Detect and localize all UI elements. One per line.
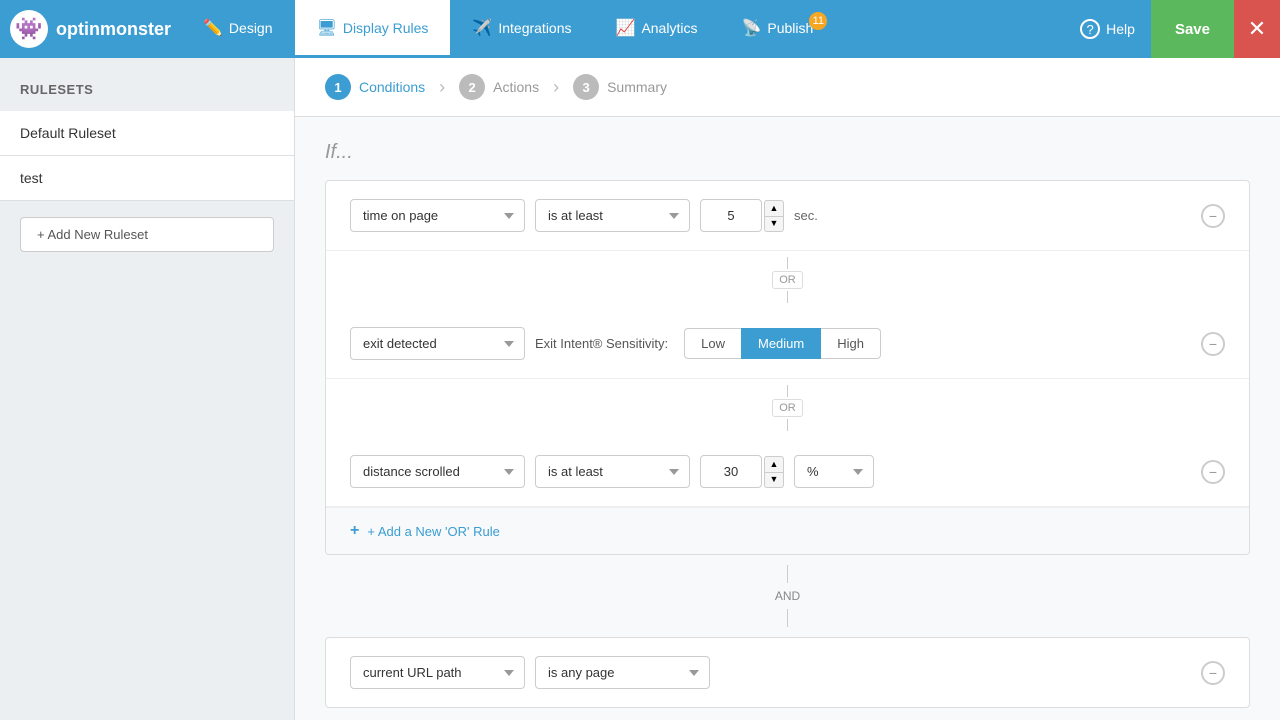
if-block: If... time on page exit detected distanc… [295, 117, 1280, 720]
tab-integrations[interactable]: ✈️ Integrations [450, 0, 593, 58]
condition-select-1[interactable]: time on page exit detected distance scro… [350, 199, 525, 232]
and-separator: AND [355, 555, 1220, 637]
design-icon: ✏️ [203, 18, 223, 38]
sidebar-item-test[interactable]: test [0, 156, 294, 201]
rule-group-2: current URL path time on page exit detec… [325, 637, 1250, 708]
condition-select-4[interactable]: current URL path time on page exit detec… [350, 656, 525, 689]
condition-select-3[interactable]: distance scrolled time on page exit dete… [350, 455, 525, 488]
rule-row-3: distance scrolled time on page exit dete… [326, 437, 1249, 507]
integrations-icon: ✈️ [472, 18, 492, 38]
logo-text: optinmonster [56, 19, 171, 40]
or-line-top-1 [787, 257, 788, 269]
step-3-circle: 3 [573, 74, 599, 100]
plus-icon: + [350, 522, 359, 540]
save-button[interactable]: Save [1151, 0, 1234, 58]
spinner-3: ▲ ▼ [764, 456, 784, 488]
analytics-icon: 📈 [616, 18, 636, 38]
step-summary[interactable]: 3 Summary [573, 74, 667, 100]
step-2-label: Actions [493, 79, 539, 95]
main-content: 1 Conditions › 2 Actions › 3 Summary If.… [295, 58, 1280, 720]
spinner-down-3[interactable]: ▼ [764, 472, 784, 488]
or-line-bottom-2 [787, 419, 788, 431]
remove-rule-2[interactable]: − [1201, 332, 1225, 356]
and-label: AND [765, 586, 810, 606]
tab-display-rules[interactable]: 🖥 Display Rules [295, 0, 451, 58]
remove-rule-4[interactable]: − [1201, 661, 1225, 685]
sidebar-item-default-ruleset[interactable]: Default Ruleset [0, 111, 294, 156]
step-1-circle: 1 [325, 74, 351, 100]
tab-analytics[interactable]: 📈 Analytics [594, 0, 720, 58]
sidebar: Rulesets Default Ruleset test + Add New … [0, 58, 295, 720]
or-line-top-2 [787, 385, 788, 397]
sidebar-header: Rulesets [0, 68, 294, 111]
close-button[interactable]: ✕ [1234, 0, 1280, 58]
or-separator-2: OR [326, 379, 1249, 437]
tab-publish[interactable]: 📡 Publish 11 [719, 0, 835, 58]
nav-tabs: ✏️ Design 🖥 Display Rules ✈️ Integration… [181, 0, 1064, 58]
and-line-bottom [787, 609, 788, 627]
logo: 👾 optinmonster [10, 10, 171, 48]
step-2-circle: 2 [459, 74, 485, 100]
rule-row-4: current URL path time on page exit detec… [326, 638, 1249, 707]
help-icon: ? [1080, 19, 1100, 39]
display-rules-icon: 🖥 [317, 18, 337, 38]
steps-bar: 1 Conditions › 2 Actions › 3 Summary [295, 58, 1280, 117]
rule-row-1: time on page exit detected distance scro… [326, 181, 1249, 251]
rule-group-1: time on page exit detected distance scro… [325, 180, 1250, 555]
page-layout: Rulesets Default Ruleset test + Add New … [0, 58, 1280, 720]
rule-row-2: exit detected time on page distance scro… [326, 309, 1249, 379]
tab-design[interactable]: ✏️ Design [181, 0, 295, 58]
value-input-1[interactable] [700, 199, 762, 232]
exit-intent-label: Exit Intent® Sensitivity: [535, 336, 668, 351]
unit-label-1: sec. [794, 208, 818, 223]
sensitivity-high[interactable]: High [821, 328, 881, 359]
sensitivity-medium[interactable]: Medium [741, 328, 821, 359]
remove-rule-3[interactable]: − [1201, 460, 1225, 484]
if-label: If... [325, 141, 1250, 164]
step-arrow-2: › [553, 77, 559, 98]
logo-icon: 👾 [10, 10, 48, 48]
remove-rule-1[interactable]: − [1201, 204, 1225, 228]
spinner-up-1[interactable]: ▲ [764, 200, 784, 216]
sensitivity-low[interactable]: Low [684, 328, 741, 359]
add-or-rule-button[interactable]: + + Add a New 'OR' Rule [326, 507, 1249, 554]
and-line-top [787, 565, 788, 583]
spinner-down-1[interactable]: ▼ [764, 216, 784, 232]
step-3-label: Summary [607, 79, 667, 95]
step-1-label: Conditions [359, 79, 425, 95]
publish-icon: 📡 [741, 18, 761, 38]
or-line-bottom-1 [787, 291, 788, 303]
value-input-wrap-1: ▲ ▼ [700, 199, 784, 232]
step-actions[interactable]: 2 Actions [459, 74, 539, 100]
condition-select-2[interactable]: exit detected time on page distance scro… [350, 327, 525, 360]
publish-badge: 11 [809, 12, 827, 30]
add-ruleset-button[interactable]: + Add New Ruleset [20, 217, 274, 252]
value-input-wrap-3: ▲ ▼ [700, 455, 784, 488]
nav-right: ? Help Save ✕ [1064, 0, 1280, 58]
step-arrow-1: › [439, 77, 445, 98]
operator-select-1[interactable]: is at least is less than [535, 199, 690, 232]
spinner-up-3[interactable]: ▲ [764, 456, 784, 472]
operator-select-3[interactable]: is at least is less than [535, 455, 690, 488]
top-navigation: 👾 optinmonster ✏️ Design 🖥 Display Rules… [0, 0, 1280, 58]
help-button[interactable]: ? Help [1064, 0, 1151, 58]
unit-select-3[interactable]: % px [794, 455, 874, 488]
sensitivity-group: Low Medium High [684, 328, 881, 359]
spinner-1: ▲ ▼ [764, 200, 784, 232]
operator-select-4[interactable]: is any page contains exactly matches doe… [535, 656, 710, 689]
step-conditions[interactable]: 1 Conditions [325, 74, 425, 100]
or-label-1: OR [772, 271, 803, 289]
or-label-2: OR [772, 399, 803, 417]
or-separator-1: OR [326, 251, 1249, 309]
value-input-3[interactable] [700, 455, 762, 488]
